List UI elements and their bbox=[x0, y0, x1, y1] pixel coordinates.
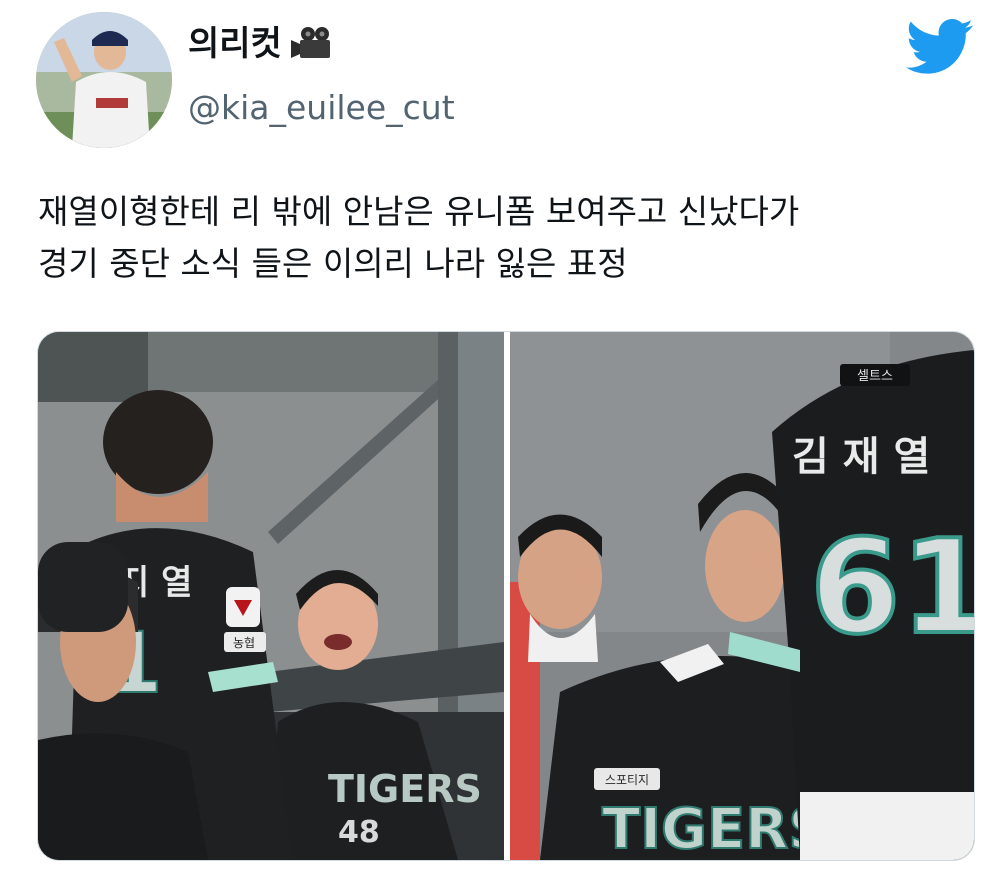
right-jersey-number: 61 bbox=[810, 511, 974, 663]
movie-camera-icon bbox=[290, 26, 336, 62]
twitter-bird-icon[interactable] bbox=[906, 18, 974, 76]
dugout-photo-left: TIGERS 48 농협 지 열 1 bbox=[38, 332, 504, 860]
tweet-text: 재열이형한테 리 밖에 안남은 유니폼 보여주고 신났다가 경기 중단 소식 들… bbox=[38, 186, 978, 290]
tweet-text-line: 경기 중단 소식 들은 이의리 나라 잃은 표정 bbox=[38, 244, 628, 283]
tweet-text-line: 재열이형한테 리 밖에 안남은 유니폼 보여주고 신났다가 bbox=[38, 192, 800, 231]
media-photo-right[interactable]: 스포티지 TIGERS 셀트스 김 재 열 61 bbox=[510, 332, 974, 860]
right-jersey-name: 김 재 열 bbox=[792, 434, 930, 480]
user-handle[interactable]: @kia_euilee_cut bbox=[188, 86, 455, 130]
avatar-photo bbox=[36, 12, 172, 148]
media-grid[interactable]: TIGERS 48 농협 지 열 1 bbox=[37, 331, 975, 861]
left-player-number: 48 bbox=[338, 815, 380, 850]
media-photo-left[interactable]: TIGERS 48 농협 지 열 1 bbox=[38, 332, 504, 860]
right-team-text: TIGERS bbox=[602, 797, 829, 860]
right-chest-patch: 스포티지 bbox=[605, 773, 649, 787]
left-sleeve-patch: 농협 bbox=[233, 636, 255, 650]
display-name-text: 의리컷 bbox=[188, 24, 282, 64]
left-team-text: TIGERS bbox=[328, 767, 482, 811]
dugout-photo-right: 스포티지 TIGERS 셀트스 김 재 열 61 bbox=[510, 332, 974, 860]
right-collar-tag: 셀트스 bbox=[857, 369, 893, 384]
avatar[interactable] bbox=[36, 12, 172, 148]
display-name[interactable]: 의리컷 bbox=[188, 22, 336, 66]
